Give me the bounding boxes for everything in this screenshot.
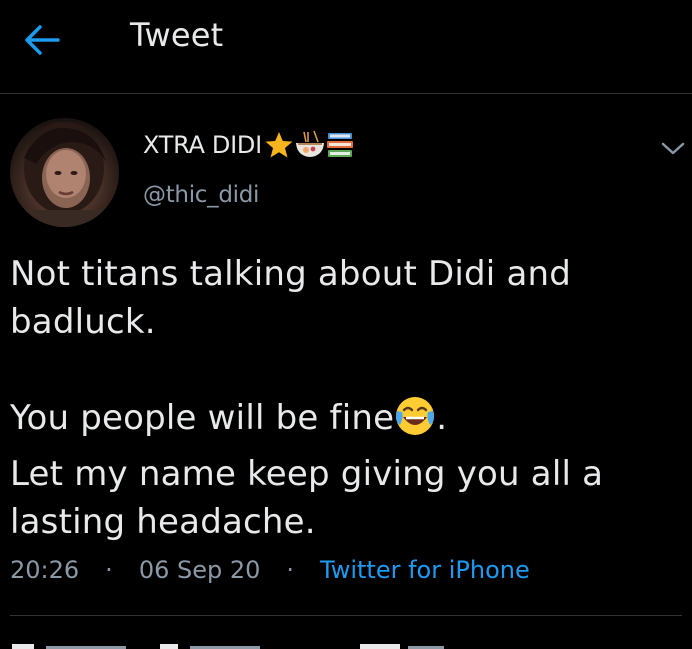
profile-photo: [10, 122, 119, 227]
avatar[interactable]: [10, 118, 119, 227]
tweet-line: You people will be fine .: [10, 394, 670, 450]
ramen-bowl-icon: [295, 130, 324, 157]
name-emojis: [264, 130, 354, 160]
engagement-stats-cutoff: [10, 636, 682, 649]
tweet-meta: 20:26 · 06 Sep 20 · Twitter for iPhone: [10, 556, 530, 584]
tweet-line: badluck.: [10, 302, 156, 342]
tweet-date: 06 Sep 20: [138, 556, 261, 584]
display-name-text: XTRA DIDI: [143, 131, 262, 159]
tweet-line-text: You people will be fine: [10, 398, 395, 438]
top-bar: Tweet: [0, 0, 692, 94]
page-title: Tweet: [130, 16, 224, 54]
more-options-button[interactable]: [660, 138, 686, 158]
tweet-source-link[interactable]: Twitter for iPhone: [320, 556, 530, 584]
divider: [10, 615, 682, 616]
username-handle[interactable]: @thic_didi: [143, 182, 259, 208]
tweet-line: Let my name keep giving you all a: [10, 454, 604, 494]
tweet-line-suffix: .: [436, 398, 448, 438]
tweet-line: Not titans talking about Didi and: [10, 254, 572, 294]
chevron-down-icon: [661, 142, 685, 155]
meta-separator: ·: [286, 556, 295, 584]
books-icon: [326, 133, 353, 157]
face-with-tears-of-joy-icon: [394, 395, 436, 450]
back-button[interactable]: [22, 22, 62, 58]
arrow-left-icon: [25, 25, 60, 55]
tweet-time: 20:26: [10, 556, 80, 584]
star-icon: [265, 132, 293, 158]
tweet-line: lasting headache.: [10, 502, 316, 542]
meta-separator: ·: [105, 556, 113, 584]
tweet-text: Not titans talking about Didi and badluc…: [10, 250, 670, 546]
display-name[interactable]: XTRA DIDI: [143, 130, 354, 160]
